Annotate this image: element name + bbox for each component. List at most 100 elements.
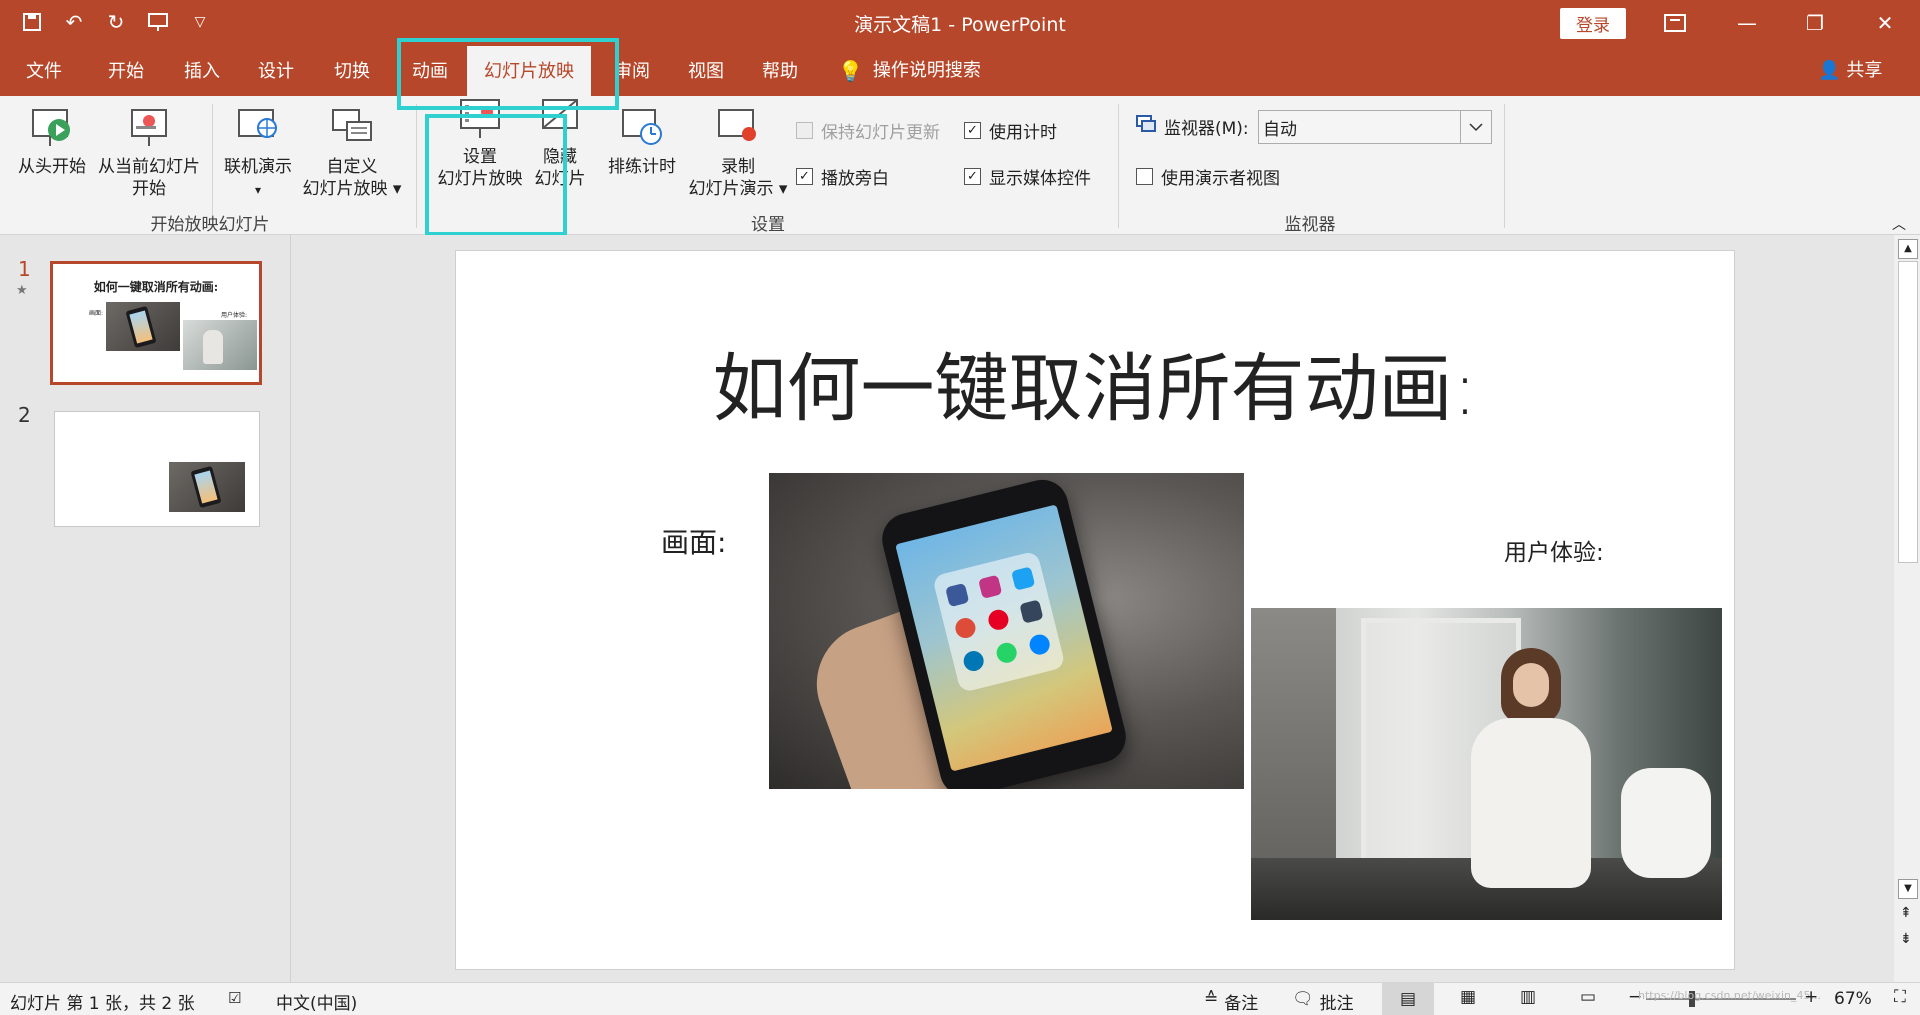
comment-icon: 🗨 (1292, 989, 1314, 1009)
slide-sorter-icon[interactable]: ▦ (1460, 987, 1476, 1007)
restore-icon[interactable]: ❐ (1790, 6, 1840, 40)
rehearse-timings-icon (622, 109, 662, 145)
keep-updated-label: 保持幻灯片更新 (821, 123, 940, 143)
tab-insert[interactable]: 插入 (172, 46, 232, 96)
play-narrations-checkbox[interactable]: ✓ 播放旁白 (796, 164, 889, 189)
comments-button[interactable]: 🗨 批注 (1292, 989, 1354, 1014)
from-current-label-1: 从当前幻灯片 (98, 157, 200, 177)
zoom-in-button[interactable]: + (1804, 987, 1818, 1007)
record-label-1: 录制 (721, 157, 755, 177)
ribbon-slideshow: 从头开始 从当前幻灯片 开始 联机演示 ▾ 自定义 幻灯片放映 ▾ 开始放映幻灯… (0, 96, 1920, 235)
person-icon: 👤 (1818, 60, 1841, 81)
checkbox-box (1136, 168, 1153, 185)
checkmark-icon: ✓ (964, 122, 981, 139)
slideshow-view-icon[interactable]: ▭ (1580, 987, 1596, 1007)
thumb-label-picture: 画面: (89, 310, 104, 317)
watermark-text: https://blog.csdn.net/weixin_45... (1638, 989, 1822, 1002)
scroll-thumb[interactable] (1898, 261, 1918, 563)
checkmark-icon: ✓ (964, 168, 981, 185)
from-beginning-icon (32, 109, 70, 146)
custom-slideshow-label-1: 自定义 (326, 157, 378, 177)
checkbox-box (796, 122, 813, 139)
face-shape (1513, 663, 1549, 707)
custom-slideshow-icon (332, 109, 372, 141)
comments-label: 批注 (1319, 994, 1354, 1014)
slide-thumbnail-1[interactable]: 如何一键取消所有动画: 画面: 用户体验: (50, 261, 262, 385)
slide-label-picture[interactable]: 画面: (661, 521, 726, 561)
notes-button[interactable]: ≙ 备注 (1204, 989, 1258, 1014)
present-online-arrow: ▾ (254, 183, 262, 197)
highlight-tabs (397, 38, 619, 110)
presenter-view-checkbox[interactable]: 使用演示者视图 (1136, 164, 1280, 189)
collapse-ribbon-icon[interactable]: ︿ (1892, 214, 1906, 234)
share-label: 共享 (1846, 60, 1883, 81)
monitor-label: 监视器(M): (1164, 119, 1249, 139)
rehearse-timings-button[interactable]: 排练计时 (598, 106, 686, 178)
keep-updated-checkbox[interactable]: 保持幻灯片更新 (796, 118, 940, 143)
share-button[interactable]: 👤 共享 (1818, 46, 1908, 96)
fit-to-window-icon[interactable]: ⛶ (1894, 987, 1906, 1007)
tab-home[interactable]: 开始 (96, 46, 156, 96)
ribbon-display-icon[interactable] (1650, 6, 1700, 40)
prev-slide-icon[interactable]: ⇞ (1900, 905, 1912, 921)
from-current-icon (131, 109, 167, 146)
use-timings-checkbox[interactable]: ✓ 使用计时 (964, 118, 1057, 143)
chevron-down-icon[interactable] (1460, 111, 1491, 143)
reading-view-icon[interactable]: ▥ (1520, 987, 1536, 1007)
phone-image[interactable] (769, 473, 1244, 789)
play-narrations-label: 播放旁白 (821, 169, 889, 189)
body-shape (1471, 718, 1591, 888)
thumb-number: 2 (18, 403, 31, 427)
notes-label: 备注 (1224, 994, 1259, 1014)
zoom-level[interactable]: 67% (1834, 989, 1872, 1009)
tab-design[interactable]: 设计 (246, 46, 306, 96)
woman-image[interactable] (1251, 608, 1722, 920)
close-icon[interactable]: ✕ (1860, 6, 1910, 40)
vertical-scrollbar[interactable]: ▲ ▼ ⇞ ⇟ (1894, 235, 1920, 982)
tell-me-search[interactable]: 💡 操作说明搜索 (838, 46, 1008, 96)
from-current-label-2: 开始 (132, 179, 166, 199)
monitor-label-row: 监视器(M): (1136, 114, 1249, 139)
slide-thumbnail-panel: 1 ★ 如何一键取消所有动画: 画面: 用户体验: 2 (0, 235, 291, 982)
tab-view[interactable]: 视图 (676, 46, 736, 96)
highlight-setup (425, 114, 567, 236)
minimize-icon[interactable]: — (1722, 6, 1772, 40)
slide-title[interactable]: 如何一键取消所有动画: (456, 329, 1734, 436)
spellcheck-icon[interactable]: ☑ (228, 989, 241, 1007)
lightbulb-icon: 💡 (838, 59, 863, 83)
tab-help[interactable]: 帮助 (750, 46, 810, 96)
language-label[interactable]: 中文(中国) (276, 989, 357, 1014)
scroll-down-icon[interactable]: ▼ (1898, 879, 1918, 899)
tab-transitions[interactable]: 切换 (322, 46, 382, 96)
ribbon-separator (1504, 104, 1505, 228)
title-bar: ↶ ↻ ▽ 演示文稿1 - PowerPoint 登录 — ❐ ✕ (0, 0, 1920, 46)
present-online-icon (238, 109, 277, 138)
from-current-button[interactable]: 从当前幻灯片 开始 (94, 106, 204, 200)
slide-thumbnail-2[interactable] (54, 411, 260, 527)
record-icon (718, 109, 756, 141)
tab-file[interactable]: 文件 (14, 46, 74, 96)
slide-canvas[interactable]: 如何一键取消所有动画: 画面: 用户体验: (455, 250, 1735, 970)
from-beginning-label: 从头开始 (18, 157, 86, 177)
thumb-woman-image (183, 320, 257, 370)
show-media-controls-checkbox[interactable]: ✓ 显示媒体控件 (964, 164, 1091, 189)
thumb2-phone-image (169, 462, 245, 512)
from-beginning-button[interactable]: 从头开始 (10, 106, 94, 178)
monitor-select[interactable]: 自动 (1258, 110, 1492, 144)
use-timings-label: 使用计时 (989, 123, 1057, 143)
ribbon-tabs: 文件 开始 插入 设计 切换 动画 幻灯片放映 审阅 视图 帮助 💡 操作说明搜… (0, 46, 1920, 96)
ribbon-separator (416, 104, 417, 228)
show-media-controls-label: 显示媒体控件 (989, 169, 1091, 189)
normal-view-icon[interactable]: ▤ (1382, 983, 1434, 1015)
presenter-view-label: 使用演示者视图 (1161, 169, 1280, 189)
slide-label-ux[interactable]: 用户体验: (1504, 533, 1604, 567)
custom-slideshow-label-2: 幻灯片放映 ▾ (302, 179, 402, 199)
present-online-button[interactable]: 联机演示 ▾ (218, 106, 298, 201)
animation-star-icon: ★ (16, 283, 28, 298)
next-slide-icon[interactable]: ⇟ (1900, 931, 1912, 947)
record-label-2: 幻灯片演示 ▾ (688, 179, 788, 199)
login-button[interactable]: 登录 (1560, 8, 1626, 39)
scroll-up-icon[interactable]: ▲ (1898, 239, 1918, 259)
custom-slideshow-button[interactable]: 自定义 幻灯片放映 ▾ (296, 106, 408, 200)
record-slideshow-button[interactable]: 录制 幻灯片演示 ▾ (684, 106, 792, 200)
